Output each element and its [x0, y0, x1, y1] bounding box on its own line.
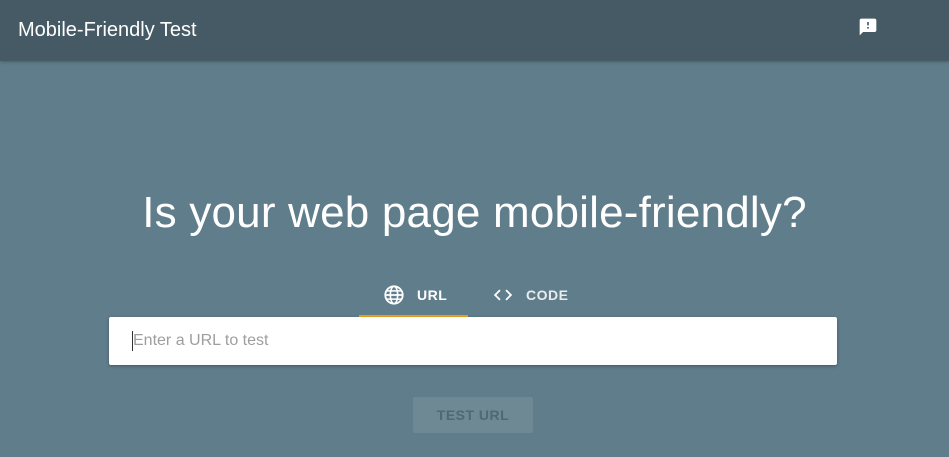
input-mode-tabs: URL CODE — [359, 272, 578, 318]
page-heading: Is your web page mobile-friendly? — [142, 188, 807, 237]
tab-code-label: CODE — [526, 287, 569, 303]
app-title: Mobile-Friendly Test — [18, 19, 197, 41]
text-caret — [132, 331, 133, 351]
code-icon — [492, 284, 514, 306]
tab-code[interactable]: CODE — [468, 272, 578, 318]
app-bar: Mobile-Friendly Test — [0, 0, 949, 61]
tab-url[interactable]: URL — [359, 272, 468, 318]
feedback-icon — [858, 17, 878, 42]
tab-url-label: URL — [417, 287, 448, 303]
url-input-container — [109, 317, 837, 365]
feedback-button[interactable] — [852, 13, 884, 45]
globe-icon — [383, 284, 405, 306]
url-input[interactable] — [109, 317, 837, 365]
test-url-button[interactable]: TEST URL — [413, 397, 533, 433]
